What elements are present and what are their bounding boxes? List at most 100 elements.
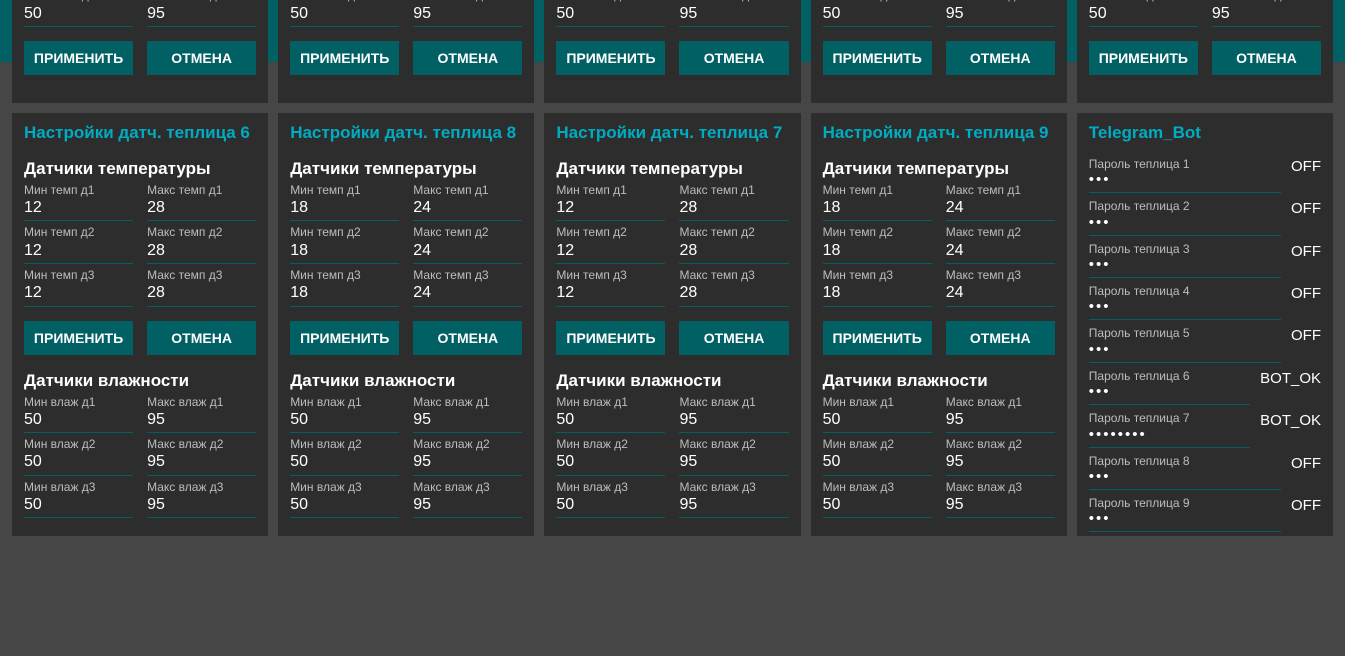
field-label: Мин влаж д2: [290, 437, 399, 451]
field-input[interactable]: 95: [679, 451, 788, 475]
field-input[interactable]: 50: [290, 409, 399, 433]
field-label: Мин темп д1: [556, 183, 665, 197]
cancel-button[interactable]: ОТМЕНА: [413, 321, 522, 355]
card-title: Настройки датч. теплица 7: [556, 123, 788, 143]
cancel-button[interactable]: ОТМЕНА: [1212, 41, 1321, 75]
telegram-password-input[interactable]: •••: [1089, 256, 1281, 278]
apply-button[interactable]: ПРИМЕНИТЬ: [556, 321, 665, 355]
cancel-button[interactable]: ОТМЕНА: [679, 41, 788, 75]
telegram-password-input[interactable]: •••: [1089, 214, 1281, 236]
apply-button[interactable]: ПРИМЕНИТЬ: [1089, 41, 1198, 75]
cancel-button[interactable]: ОТМЕНА: [946, 41, 1055, 75]
field-input[interactable]: 95: [946, 494, 1055, 518]
field-input[interactable]: 24: [413, 282, 522, 306]
telegram-password-input[interactable]: •••: [1089, 298, 1281, 320]
field-input[interactable]: 95: [679, 409, 788, 433]
field-input[interactable]: 95: [946, 409, 1055, 433]
telegram-row: Пароль теплица 5 ••• OFF: [1089, 326, 1321, 362]
field-input[interactable]: 50: [290, 3, 399, 27]
field-input[interactable]: 24: [946, 240, 1055, 264]
temp-d1-min: Мин темп д1 12: [556, 183, 665, 222]
field-input[interactable]: 28: [679, 197, 788, 221]
apply-button[interactable]: ПРИМЕНИТЬ: [290, 41, 399, 75]
field-input[interactable]: 50: [24, 494, 133, 518]
field-input[interactable]: 95: [147, 451, 256, 475]
field-input[interactable]: 95: [1212, 3, 1321, 27]
field-input[interactable]: 24: [946, 282, 1055, 306]
telegram-row: Пароль теплица 7 •••••••• BOT_OK: [1089, 411, 1321, 447]
field-input[interactable]: 95: [147, 494, 256, 518]
field-input[interactable]: 95: [413, 3, 522, 27]
field-input[interactable]: 50: [290, 451, 399, 475]
field-input[interactable]: 18: [823, 240, 932, 264]
telegram-password-input[interactable]: •••: [1089, 341, 1281, 363]
cancel-button[interactable]: ОТМЕНА: [679, 321, 788, 355]
field-input[interactable]: 95: [679, 3, 788, 27]
field-input[interactable]: 50: [24, 3, 133, 27]
field-input[interactable]: 12: [24, 197, 133, 221]
apply-button[interactable]: ПРИМЕНИТЬ: [24, 41, 133, 75]
field-input[interactable]: 95: [413, 451, 522, 475]
field-input[interactable]: 95: [413, 494, 522, 518]
apply-button[interactable]: ПРИМЕНИТЬ: [556, 41, 665, 75]
field-input[interactable]: 18: [290, 197, 399, 221]
field-input[interactable]: 12: [556, 240, 665, 264]
settings-card: Настройки датч. теплица 9Датчики темпера…: [811, 113, 1067, 536]
field-input[interactable]: 95: [147, 409, 256, 433]
cancel-button[interactable]: ОТМЕНА: [147, 41, 256, 75]
telegram-password-input[interactable]: ••••••••: [1089, 426, 1250, 448]
field-input[interactable]: 50: [823, 409, 932, 433]
field-input[interactable]: 50: [556, 409, 665, 433]
cancel-button[interactable]: ОТМЕНА: [946, 321, 1055, 355]
field-label: Мин влаж д1: [556, 395, 665, 409]
apply-button[interactable]: ПРИМЕНИТЬ: [24, 321, 133, 355]
field-input[interactable]: 50: [1089, 3, 1198, 27]
cancel-button[interactable]: ОТМЕНА: [413, 41, 522, 75]
field-input[interactable]: 95: [946, 451, 1055, 475]
field-input[interactable]: 28: [147, 197, 256, 221]
field-input[interactable]: 50: [556, 3, 665, 27]
settings-card: Настройки датч. теплица 6Датчики темпера…: [12, 113, 268, 536]
field-input[interactable]: 12: [24, 240, 133, 264]
field-input[interactable]: 95: [946, 3, 1055, 27]
field-input[interactable]: 50: [290, 494, 399, 518]
field-input[interactable]: 28: [679, 240, 788, 264]
field-input[interactable]: 95: [679, 494, 788, 518]
field-input[interactable]: 12: [556, 197, 665, 221]
field-input[interactable]: 28: [147, 240, 256, 264]
field-input[interactable]: 28: [679, 282, 788, 306]
apply-button[interactable]: ПРИМЕНИТЬ: [290, 321, 399, 355]
apply-button[interactable]: ПРИМЕНИТЬ: [823, 41, 932, 75]
field-input[interactable]: 50: [24, 451, 133, 475]
field-input[interactable]: 50: [556, 451, 665, 475]
temp-d2-max: Макс темп д2 24: [946, 225, 1055, 264]
cancel-button[interactable]: ОТМЕНА: [147, 321, 256, 355]
field-input[interactable]: 18: [823, 197, 932, 221]
field-input[interactable]: 18: [290, 282, 399, 306]
field-input[interactable]: 50: [823, 451, 932, 475]
telegram-password-input[interactable]: •••: [1089, 468, 1281, 490]
field-input[interactable]: 12: [556, 282, 665, 306]
field-input[interactable]: 50: [823, 3, 932, 27]
field-input[interactable]: 18: [290, 240, 399, 264]
card-title: Настройки датч. теплица 9: [823, 123, 1055, 143]
hum-d2-min: Мин влаж д2 50: [290, 437, 399, 476]
temp-d3-min: Мин темп д3 18: [823, 268, 932, 307]
field-input[interactable]: 28: [147, 282, 256, 306]
temp-d3-max: Макс темп д3 24: [946, 268, 1055, 307]
field-input[interactable]: 24: [413, 240, 522, 264]
temp-d3-max: Макс темп д3 28: [679, 268, 788, 307]
field-input[interactable]: 24: [946, 197, 1055, 221]
field-input[interactable]: 95: [147, 3, 256, 27]
telegram-password-input[interactable]: •••: [1089, 383, 1250, 405]
field-input[interactable]: 50: [556, 494, 665, 518]
field-input[interactable]: 50: [24, 409, 133, 433]
telegram-password-input[interactable]: •••: [1089, 510, 1281, 532]
field-input[interactable]: 50: [823, 494, 932, 518]
field-input[interactable]: 24: [413, 197, 522, 221]
apply-button[interactable]: ПРИМЕНИТЬ: [823, 321, 932, 355]
field-input[interactable]: 95: [413, 409, 522, 433]
field-input[interactable]: 18: [823, 282, 932, 306]
field-input[interactable]: 12: [24, 282, 133, 306]
telegram-password-input[interactable]: •••: [1089, 171, 1281, 193]
